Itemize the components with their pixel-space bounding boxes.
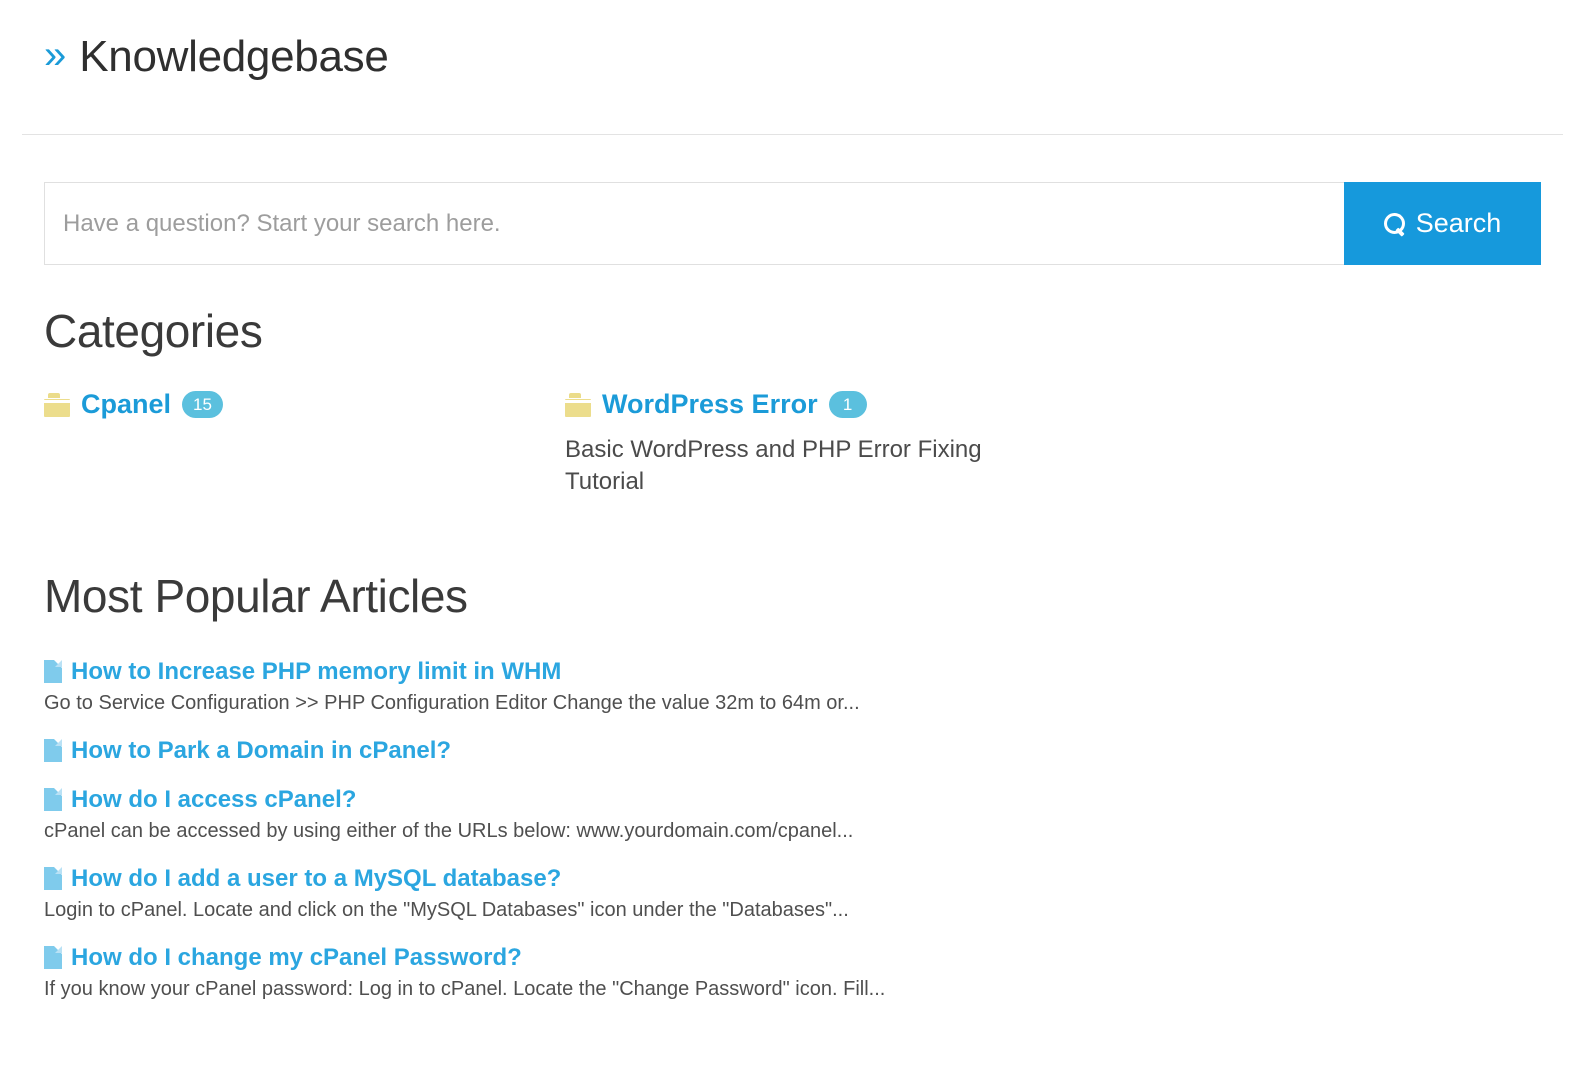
article-excerpt: If you know your cPanel password: Log in… <box>44 977 886 1000</box>
search-button[interactable]: Search <box>1344 182 1541 266</box>
search-bar: Search <box>44 182 1541 266</box>
folder-icon <box>565 392 591 417</box>
categories-heading: Categories <box>44 305 263 358</box>
page-title: Knowledgebase <box>79 32 389 81</box>
page-header: » Knowledgebase <box>0 0 1585 80</box>
knowledgebase-page: » Knowledgebase Search Categories Cpanel… <box>0 0 1585 1079</box>
categories-grid: Cpanel 15 WordPress Error 1 Basic WordPr… <box>44 389 1484 497</box>
article-header: How to Increase PHP memory limit in WHM <box>44 658 1585 686</box>
document-icon <box>44 788 62 812</box>
article-header: How do I add a user to a MySQL database? <box>44 865 1585 893</box>
category-link[interactable]: WordPress Error <box>602 389 818 420</box>
list-item: How to Increase PHP memory limit in WHM … <box>44 658 1585 716</box>
popular-articles-heading: Most Popular Articles <box>44 569 468 622</box>
article-excerpt: Go to Service Configuration >> PHP Confi… <box>44 691 860 714</box>
search-icon <box>1383 212 1406 235</box>
category-description: Basic WordPress and PHP Error Fixing Tut… <box>565 436 982 495</box>
article-excerpt: cPanel can be accessed by using either o… <box>44 819 854 842</box>
folder-icon <box>44 392 70 417</box>
article-link[interactable]: How do I change my cPanel Password? <box>71 944 522 972</box>
category-count-badge: 15 <box>182 391 223 419</box>
document-icon <box>44 660 62 684</box>
category-item-wordpress-error: WordPress Error 1 Basic WordPress and PH… <box>565 389 1185 497</box>
search-button-label: Search <box>1415 208 1502 239</box>
article-header: How to Park a Domain in cPanel? <box>44 737 1585 765</box>
list-item: How do I add a user to a MySQL database?… <box>44 865 1585 923</box>
article-header: How do I access cPanel? <box>44 786 1585 814</box>
list-item: How to Park a Domain in cPanel? <box>44 737 1585 765</box>
list-item: How do I change my cPanel Password? If y… <box>44 944 1585 1002</box>
category-count-badge: 1 <box>828 391 867 419</box>
header-divider <box>22 134 1563 136</box>
list-item: How do I access cPanel? cPanel can be ac… <box>44 786 1585 844</box>
article-link[interactable]: How to Park a Domain in cPanel? <box>71 737 451 765</box>
category-header: Cpanel 15 <box>44 389 565 420</box>
category-header: WordPress Error 1 <box>565 389 1185 420</box>
article-link[interactable]: How do I add a user to a MySQL database? <box>71 865 561 893</box>
article-link[interactable]: How do I access cPanel? <box>71 786 356 814</box>
page-title-row: » Knowledgebase <box>44 32 1585 81</box>
document-icon <box>44 739 62 763</box>
article-header: How do I change my cPanel Password? <box>44 944 1585 972</box>
category-item-cpanel: Cpanel 15 <box>44 389 565 497</box>
article-link[interactable]: How to Increase PHP memory limit in WHM <box>71 658 561 686</box>
search-input[interactable] <box>44 182 1344 266</box>
article-excerpt: Login to cPanel. Locate and click on the… <box>44 898 849 921</box>
double-chevron-right-icon: » <box>44 33 67 78</box>
category-link[interactable]: Cpanel <box>81 389 171 420</box>
document-icon <box>44 867 62 891</box>
document-icon <box>44 946 62 970</box>
popular-articles-list: How to Increase PHP memory limit in WHM … <box>44 658 1585 1002</box>
